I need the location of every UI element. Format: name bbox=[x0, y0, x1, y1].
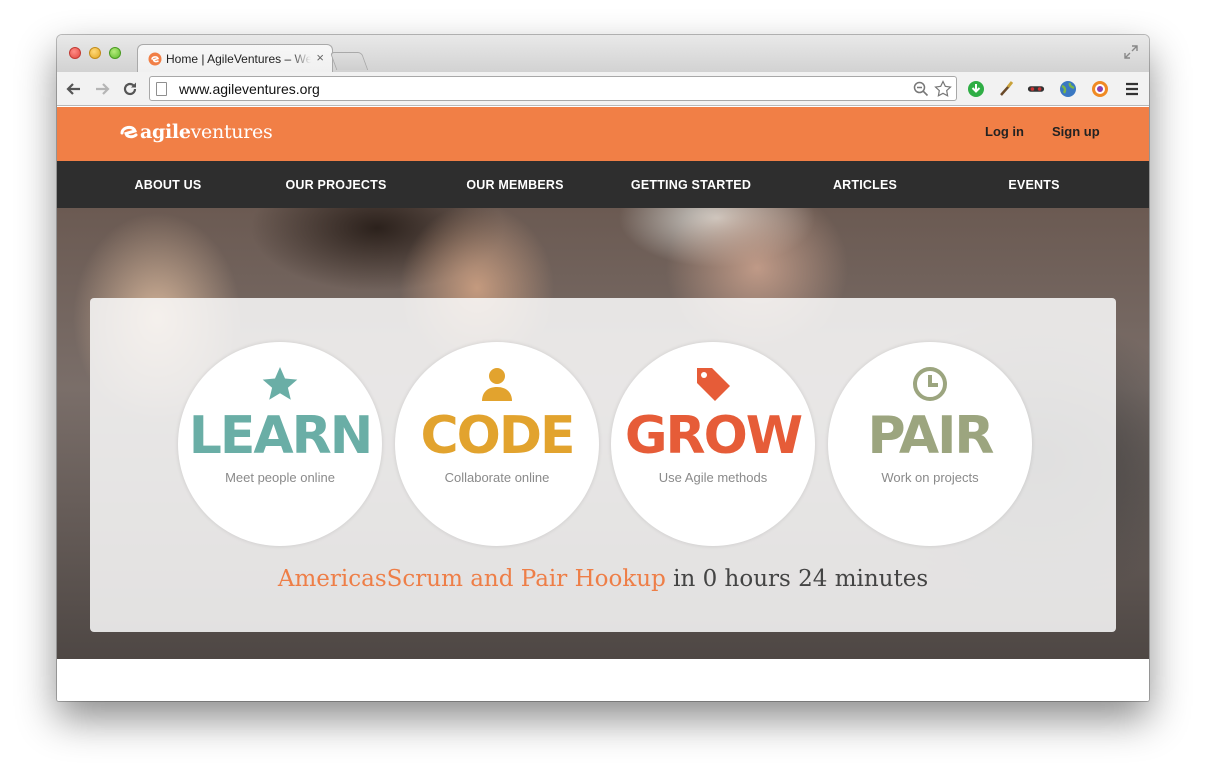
browser-toolbar: www.agileventures.org bbox=[57, 72, 1149, 106]
login-link[interactable]: Log in bbox=[985, 124, 1024, 139]
reload-icon[interactable] bbox=[119, 78, 141, 100]
hero-overlay-panel: LEARN Meet people online CODE Collaborat… bbox=[90, 298, 1116, 632]
url-text[interactable]: www.agileventures.org bbox=[179, 81, 912, 97]
grow-subtitle: Use Agile methods bbox=[658, 470, 768, 485]
forward-arrow-icon[interactable] bbox=[91, 78, 113, 100]
zoom-icon[interactable] bbox=[912, 80, 930, 98]
back-arrow-icon[interactable] bbox=[63, 78, 85, 100]
browser-window: Home | AgileVentures – We × www.agileven… bbox=[57, 35, 1149, 701]
pair-circle[interactable]: PAIR Work on projects bbox=[828, 342, 1032, 546]
main-nav: ABOUT US OUR PROJECTS OUR MEMBERS GETTIN… bbox=[57, 161, 1149, 208]
nav-our-projects[interactable]: OUR PROJECTS bbox=[285, 178, 386, 192]
bookmark-star-icon[interactable] bbox=[934, 79, 952, 98]
nav-events[interactable]: EVENTS bbox=[1008, 178, 1059, 192]
hero-banner: LEARN Meet people online CODE Collaborat… bbox=[57, 208, 1149, 659]
close-window-button[interactable] bbox=[69, 47, 81, 59]
tab-close-icon[interactable]: × bbox=[316, 50, 324, 65]
tab-title: Home | AgileVentures – We bbox=[166, 51, 311, 66]
menu-hamburger-icon[interactable] bbox=[1123, 80, 1141, 98]
code-word: CODE bbox=[420, 406, 575, 466]
nav-our-members[interactable]: OUR MEMBERS bbox=[466, 178, 563, 192]
agileventures-favicon-icon bbox=[148, 52, 162, 66]
nav-articles[interactable]: ARTICLES bbox=[833, 178, 897, 192]
grow-circle[interactable]: GROW Use Agile methods bbox=[611, 342, 815, 546]
color-picker-extension-icon[interactable] bbox=[1091, 80, 1109, 98]
agileventures-logo[interactable]: agile ventures bbox=[119, 121, 273, 143]
learn-subtitle: Meet people online bbox=[225, 470, 335, 485]
learn-circle[interactable]: LEARN Meet people online bbox=[178, 342, 382, 546]
next-event-line: AmericasScrum and Pair Hookup in 0 hours… bbox=[90, 566, 1116, 592]
logo-text-bold: agile bbox=[140, 121, 191, 143]
minimize-window-button[interactable] bbox=[89, 47, 101, 59]
person-icon bbox=[477, 364, 517, 404]
new-tab-button[interactable] bbox=[329, 52, 369, 70]
title-bar: Home | AgileVentures – We × bbox=[57, 35, 1149, 72]
signup-link[interactable]: Sign up bbox=[1052, 124, 1100, 139]
star-icon bbox=[260, 364, 300, 404]
maximize-window-button[interactable] bbox=[109, 47, 121, 59]
code-circle[interactable]: CODE Collaborate online bbox=[395, 342, 599, 546]
globe-extension-icon[interactable] bbox=[1059, 80, 1077, 98]
nav-getting-started[interactable]: GETTING STARTED bbox=[631, 178, 751, 192]
pair-word: PAIR bbox=[867, 406, 995, 466]
page-content-area bbox=[57, 659, 1149, 701]
site-header: agile ventures Log in Sign up bbox=[57, 107, 1149, 161]
event-countdown: in 0 hours 24 minutes bbox=[673, 566, 929, 592]
address-bar[interactable]: www.agileventures.org bbox=[149, 76, 957, 101]
browser-tab[interactable]: Home | AgileVentures – We × bbox=[137, 44, 333, 72]
event-link[interactable]: AmericasScrum and Pair Hookup bbox=[278, 566, 666, 592]
page-icon bbox=[156, 81, 167, 96]
brush-extension-icon[interactable] bbox=[997, 80, 1015, 98]
fullscreen-icon[interactable] bbox=[1123, 44, 1139, 60]
logo-mark-icon bbox=[120, 125, 138, 139]
grow-word: GROW bbox=[624, 406, 803, 466]
nav-about-us[interactable]: ABOUT US bbox=[135, 178, 202, 192]
learn-word: LEARN bbox=[188, 406, 373, 466]
incognito-mask-icon[interactable] bbox=[1027, 80, 1045, 98]
clock-icon bbox=[910, 364, 950, 404]
pair-subtitle: Work on projects bbox=[881, 470, 979, 485]
download-extension-icon[interactable] bbox=[967, 80, 985, 98]
code-subtitle: Collaborate online bbox=[444, 470, 550, 485]
tag-icon bbox=[693, 364, 733, 404]
logo-text-light: ventures bbox=[190, 121, 273, 143]
